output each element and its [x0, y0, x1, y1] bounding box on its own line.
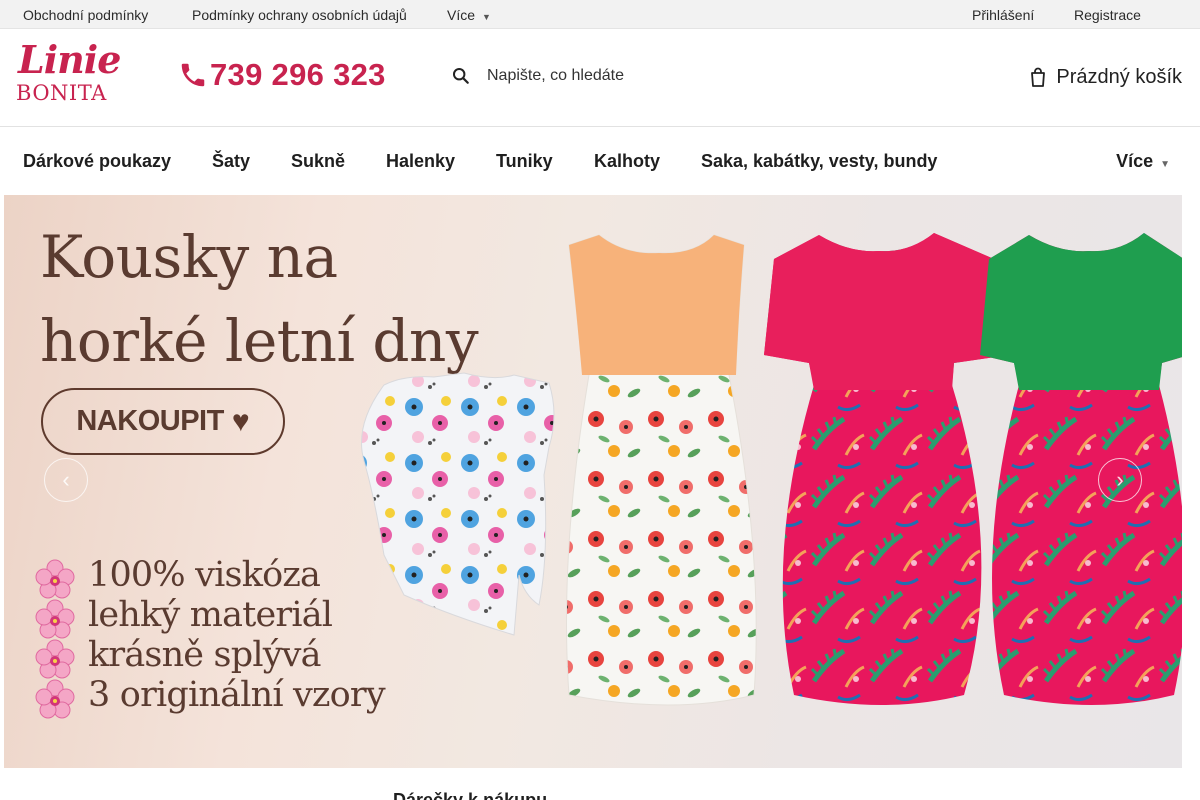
logo[interactable]: Linie BONITA — [16, 37, 121, 105]
logo-line1: Linie — [18, 37, 121, 82]
topbar-more-menu[interactable]: Více ▼ — [447, 7, 491, 23]
logo-line2: BONITA — [16, 81, 107, 105]
terms-link[interactable]: Obchodní podmínky — [23, 7, 148, 23]
feature-text: lehký materiál — [88, 595, 333, 635]
login-link[interactable]: Přihlášení — [972, 7, 1034, 23]
topbar-more-label: Více — [447, 7, 476, 23]
nav-item-jackets[interactable]: Saka, kabátky, vesty, bundy — [701, 151, 937, 172]
section-title: Dárečky k nákupu — [393, 790, 548, 800]
garment-photos — [361, 233, 1182, 706]
cart-button[interactable]: Prázdný košík — [1030, 61, 1182, 93]
phone-icon — [181, 63, 205, 87]
heart-icon: ♥ — [231, 404, 250, 438]
top-utility-bar: Obchodní podmínky Podmínky ochrany osobn… — [0, 0, 1200, 29]
nav-item-dresses[interactable]: Šaty — [212, 151, 250, 172]
carousel-prev-button[interactable]: ‹ — [44, 458, 88, 502]
nav-more-menu[interactable]: Více ▼ — [1116, 151, 1170, 172]
chevron-down-icon: ▼ — [1160, 159, 1170, 170]
nav-item-gift-vouchers[interactable]: Dárkové poukazy — [23, 151, 171, 172]
privacy-link[interactable]: Podmínky ochrany osobních údajů — [192, 7, 407, 23]
feature-text: 3 originální vzory — [88, 675, 386, 715]
hero-banner[interactable]: Kousky na horké letní dny NAKOUPIT ♥ 100… — [4, 195, 1182, 768]
chevron-right-icon: › — [1116, 467, 1124, 492]
chevron-down-icon: ▼ — [482, 12, 491, 22]
main-nav: Dárkové poukazy Šaty Sukně Halenky Tunik… — [0, 127, 1200, 195]
shop-now-button[interactable]: NAKOUPIT ♥ — [41, 388, 285, 455]
nav-item-trousers[interactable]: Kalhoty — [594, 151, 660, 172]
phone-contact[interactable]: 739 296 323 — [178, 57, 386, 93]
flower-icon — [35, 679, 75, 719]
nav-item-tunics[interactable]: Tuniky — [496, 151, 553, 172]
nav-item-skirts[interactable]: Sukně — [291, 151, 345, 172]
feature-text: krásně splývá — [88, 635, 322, 675]
nav-more-label: Více — [1116, 151, 1154, 171]
nav-item-blouses[interactable]: Halenky — [386, 151, 455, 172]
search-placeholder: Napište, co hledáte — [487, 67, 624, 84]
chevron-left-icon: ‹ — [62, 467, 70, 492]
register-link[interactable]: Registrace — [1074, 7, 1141, 23]
feature-text: 100% viskóza — [88, 555, 321, 595]
cart-label: Prázdný košík — [1056, 65, 1182, 88]
site-header: Linie BONITA 739 296 323 Napište, co hle… — [0, 29, 1200, 127]
phone-number: 739 296 323 — [210, 57, 386, 92]
shopping-bag-icon — [1031, 67, 1046, 87]
shop-now-label: NAKOUPIT — [76, 405, 224, 437]
search-icon — [452, 67, 469, 84]
search-input[interactable]: Napište, co hledáte — [452, 61, 872, 91]
carousel-next-button[interactable]: › — [1098, 458, 1142, 502]
